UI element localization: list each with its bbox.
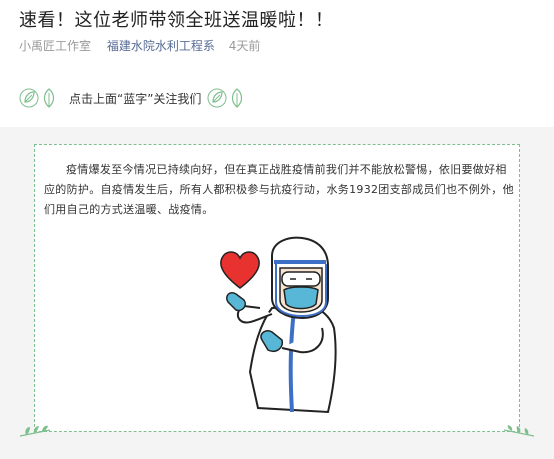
leaf-icon <box>19 88 39 108</box>
account-link[interactable]: 福建水院水利工程系 <box>107 39 215 53</box>
follow-prompt: 点击上面“蓝字”关注我们 <box>19 86 247 110</box>
medical-worker-illustration <box>220 236 337 414</box>
publish-time: 4天前 <box>228 39 261 53</box>
leaf-icon <box>503 425 535 437</box>
leaf-icon <box>43 88 55 108</box>
article-meta: 小禹匠工作室 福建水院水利工程系 4天前 <box>19 37 260 54</box>
heart-icon <box>220 251 260 289</box>
leaf-icon <box>232 88 243 108</box>
leaf-icon <box>207 88 227 108</box>
body-paragraph: 疫情爆发至今情况已持续向好，但在真正战胜疫情前我们并不能放松警惕，依旧要做好相应… <box>44 163 514 216</box>
leaf-icon <box>19 425 51 437</box>
follow-text: 点击上面“蓝字”关注我们 <box>69 91 202 106</box>
article-title: 速看！这位老师带领全班送温暖啦！！ <box>19 10 334 31</box>
author-name: 小禹匠工作室 <box>19 39 92 53</box>
